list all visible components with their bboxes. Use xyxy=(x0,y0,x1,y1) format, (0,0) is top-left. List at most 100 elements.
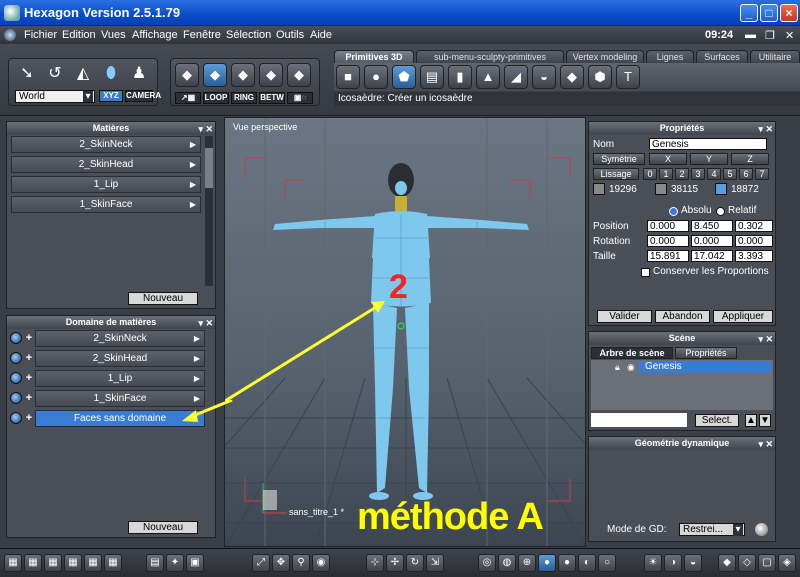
menu-aide[interactable]: Aide xyxy=(310,29,332,41)
shadow-icon[interactable]: ◑ xyxy=(664,554,682,572)
size-z-field[interactable]: 3.393 xyxy=(735,250,773,262)
menu-minimize-icon[interactable]: ▬ xyxy=(745,29,756,41)
maximize-button[interactable]: □ xyxy=(760,4,778,22)
snap-icon[interactable]: ✦ xyxy=(166,554,184,572)
ghost-icon[interactable]: ◈ xyxy=(778,554,796,572)
tab-vertex-modeling[interactable]: Vertex modeling xyxy=(566,50,644,63)
smooth-wire-sphere-icon[interactable]: ⊕ xyxy=(518,554,536,572)
flat-sphere-icon[interactable]: ◍ xyxy=(498,554,516,572)
eye-icon[interactable]: ◉ xyxy=(627,362,635,373)
menu-vues[interactable]: Vues xyxy=(101,29,126,41)
add-icon[interactable]: + xyxy=(24,412,34,424)
plane-icon[interactable]: ▤ xyxy=(420,65,444,89)
rotation-z-field[interactable]: 0.000 xyxy=(735,235,773,247)
grow-shrink-icon[interactable]: ▣◌ xyxy=(287,92,313,104)
rotation-x-field[interactable]: 0.000 xyxy=(647,235,689,247)
menu-edition[interactable]: Edition xyxy=(62,29,96,41)
menu-close-icon[interactable]: ✕ xyxy=(785,29,794,42)
camera-view-icon[interactable]: ◉ xyxy=(312,554,330,572)
close-button[interactable]: × xyxy=(780,4,798,22)
layout-2-icon[interactable]: ▦ xyxy=(24,554,42,572)
cancel-button[interactable]: Abandon xyxy=(655,310,710,323)
visibility-icon[interactable] xyxy=(10,352,22,364)
panel-close-icon[interactable]: ▾ ✕ xyxy=(198,317,213,330)
paint-select-icon[interactable]: ◭ xyxy=(71,63,95,87)
size-x-field[interactable]: 15.891 xyxy=(647,250,689,262)
cube-display-icon[interactable]: ◆ xyxy=(718,554,736,572)
smoothing-level[interactable]: 3 xyxy=(691,168,705,180)
tab-scene-properties[interactable]: Propriétés xyxy=(675,347,737,359)
universal-manip-icon[interactable]: ⬮ xyxy=(99,63,123,87)
teapot-icon[interactable]: T xyxy=(616,65,640,89)
add-icon[interactable]: + xyxy=(24,372,34,384)
tab-surfaces[interactable]: Surfaces xyxy=(696,50,748,63)
add-icon[interactable]: + xyxy=(24,392,34,404)
menu-affichage[interactable]: Affichage xyxy=(132,29,178,41)
symmetry-button[interactable]: Symétrie xyxy=(593,153,645,165)
icosahedron-icon[interactable]: ⬟ xyxy=(392,65,416,89)
rendered-sphere-icon[interactable]: ○ xyxy=(598,554,616,572)
sphere-icon[interactable]: ● xyxy=(364,65,388,89)
menu-fenetre[interactable]: Fenêtre xyxy=(183,29,221,41)
wireframe-sphere-icon[interactable]: ◎ xyxy=(478,554,496,572)
select-arrow-icon[interactable]: ➘ xyxy=(15,63,39,87)
position-y-field[interactable]: 8.450 xyxy=(691,220,733,232)
smoothing-level[interactable]: 0 xyxy=(643,168,657,180)
domain-item[interactable]: 1_Lip ▶ xyxy=(35,370,205,387)
layout-5-icon[interactable]: ▦ xyxy=(84,554,102,572)
select-edge-cube-icon[interactable]: ◆ xyxy=(231,63,255,87)
smoothing-level[interactable]: 6 xyxy=(739,168,753,180)
panel-close-icon[interactable]: ▾ ✕ xyxy=(198,123,213,136)
torus-icon[interactable]: ◒ xyxy=(532,65,556,89)
move-down-icon[interactable]: ▼ xyxy=(759,414,771,427)
loop-mode-icon[interactable]: ↗▦ xyxy=(175,92,201,104)
layout-1-icon[interactable]: ▦ xyxy=(4,554,22,572)
panel-close-icon[interactable]: ▾ ✕ xyxy=(758,333,773,346)
viewport[interactable]: Vue perspective sans_titre_1 * 2 méthode… xyxy=(224,117,586,547)
material-item[interactable]: 1_Lip ▶ xyxy=(11,176,201,193)
shaded-sphere-icon[interactable]: ● xyxy=(558,554,576,572)
add-icon[interactable]: + xyxy=(24,352,34,364)
smoothing-level[interactable]: 2 xyxy=(675,168,689,180)
dodecahedron-icon[interactable]: ⬢ xyxy=(588,65,612,89)
materials-scrollbar[interactable] xyxy=(205,136,213,286)
validate-button[interactable]: Valider xyxy=(597,310,652,323)
layout-3-icon[interactable]: ▦ xyxy=(44,554,62,572)
select-button[interactable]: Select. xyxy=(695,414,739,427)
keep-proportions-checkbox[interactable] xyxy=(641,268,650,277)
menu-outils[interactable]: Outils xyxy=(276,29,304,41)
position-x-field[interactable]: 0.000 xyxy=(647,220,689,232)
textured-sphere-icon[interactable]: ◐ xyxy=(578,554,596,572)
octahedron-icon[interactable]: ◆ xyxy=(560,65,584,89)
lock-view-icon[interactable]: ▣ xyxy=(186,554,204,572)
add-icon[interactable]: + xyxy=(24,332,34,344)
grid-icon[interactable]: ▤ xyxy=(146,554,164,572)
ao-icon[interactable]: ◒ xyxy=(684,554,702,572)
new-material-button[interactable]: Nouveau xyxy=(128,292,198,305)
tab-utilitaire[interactable]: Utilitaire xyxy=(750,50,800,63)
symmetry-x-button[interactable]: X xyxy=(649,153,687,165)
move-icon[interactable]: ✢ xyxy=(386,554,404,572)
smoothing-level[interactable]: 4 xyxy=(707,168,721,180)
lock-icon[interactable]: 🔒︎ xyxy=(615,362,620,373)
scale-icon[interactable]: ⇲ xyxy=(426,554,444,572)
lasso-icon[interactable]: ↺ xyxy=(43,63,67,87)
move-up-icon[interactable]: ▲ xyxy=(745,414,757,427)
smoothing-level[interactable]: 7 xyxy=(755,168,769,180)
axis-icon[interactable]: ⊹ xyxy=(366,554,384,572)
rotate-icon[interactable]: ↻ xyxy=(406,554,424,572)
name-field[interactable]: Genesis xyxy=(649,138,767,150)
material-item[interactable]: 2_SkinNeck ▶ xyxy=(11,136,201,153)
cube-wire-icon[interactable]: ◇ xyxy=(738,554,756,572)
minimize-button[interactable]: _ xyxy=(740,4,758,22)
symmetry-z-button[interactable]: Z xyxy=(731,153,769,165)
select-auto-cube-icon[interactable]: ◆ xyxy=(287,63,311,87)
select-vertex-cube-icon[interactable]: ◆ xyxy=(259,63,283,87)
rotation-y-field[interactable]: 0.000 xyxy=(691,235,733,247)
visibility-icon[interactable] xyxy=(10,412,22,424)
cube-icon[interactable]: ■ xyxy=(336,65,360,89)
domain-item[interactable]: 2_SkinHead ▶ xyxy=(35,350,205,367)
material-item[interactable]: 2_SkinHead ▶ xyxy=(11,156,201,173)
bbox-icon[interactable]: ▢ xyxy=(758,554,776,572)
apply-button[interactable]: Appliquer xyxy=(713,310,773,323)
